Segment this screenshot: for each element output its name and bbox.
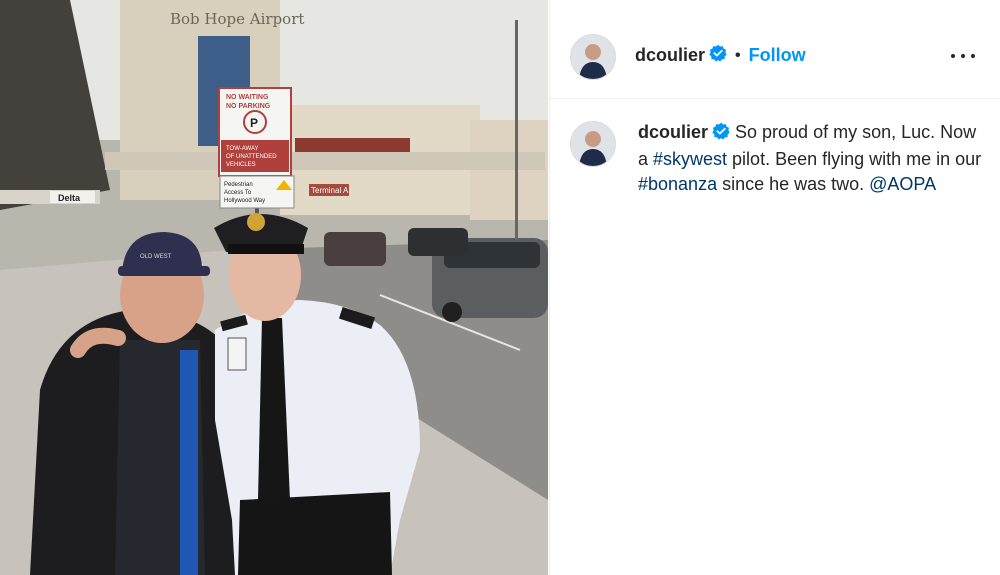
follow-button[interactable]: Follow bbox=[749, 45, 806, 66]
post-header: dcoulier • Follow bbox=[550, 0, 1000, 99]
sign-text-8: Hollywood Way bbox=[224, 198, 265, 204]
delta-sign-text: Delta bbox=[58, 193, 81, 203]
caption-avatar-image bbox=[571, 122, 615, 166]
hashtag-bonanza-link[interactable]: #bonanza bbox=[638, 174, 717, 194]
caption-text: dcoulier So proud of my son, Luc. Now a … bbox=[638, 120, 983, 197]
terminal-sign-text: Terminal A bbox=[311, 186, 349, 195]
sign-text-7: Access To bbox=[224, 190, 252, 196]
post-image[interactable]: Bob Hope Airport Delta NO WAITING NO PAR… bbox=[0, 0, 548, 575]
avatar[interactable] bbox=[570, 34, 616, 80]
sign-text-6: Pedestrian bbox=[224, 182, 253, 188]
caption-verified-badge-icon bbox=[712, 122, 730, 147]
sign-text-4: OF UNATTENDED bbox=[226, 154, 277, 160]
header-user-row: dcoulier • Follow bbox=[635, 44, 806, 67]
caption-part-2: pilot. Been flying with me in our bbox=[727, 149, 982, 169]
sign-text-2: NO PARKING bbox=[226, 103, 271, 110]
svg-text:P: P bbox=[250, 116, 258, 130]
username-link[interactable]: dcoulier bbox=[635, 45, 705, 66]
hat-text: OLD WEST bbox=[140, 254, 172, 260]
caption-part-3: since he was two. bbox=[717, 174, 870, 194]
sign-text-3: TOW-AWAY bbox=[226, 146, 259, 152]
verified-badge-icon bbox=[709, 44, 727, 67]
hashtag-skywest-link[interactable]: #skywest bbox=[653, 149, 727, 169]
mention-aopa-link[interactable]: @AOPA bbox=[869, 174, 936, 194]
airport-sign-text: Bob Hope Airport bbox=[170, 10, 304, 28]
more-options-icon[interactable] bbox=[951, 46, 975, 66]
post-photo-illustration: Bob Hope Airport Delta NO WAITING NO PAR… bbox=[0, 0, 548, 575]
caption-username-link[interactable]: dcoulier bbox=[638, 122, 708, 142]
avatar-image bbox=[571, 35, 615, 79]
sign-text-5: VEHICLES bbox=[226, 162, 256, 168]
sign-text-1: NO WAITING bbox=[226, 94, 269, 101]
separator-dot: • bbox=[735, 46, 741, 64]
post-sidebar: dcoulier • Follow dcoulier So proud of m… bbox=[549, 0, 1000, 575]
caption-avatar[interactable] bbox=[570, 121, 616, 167]
